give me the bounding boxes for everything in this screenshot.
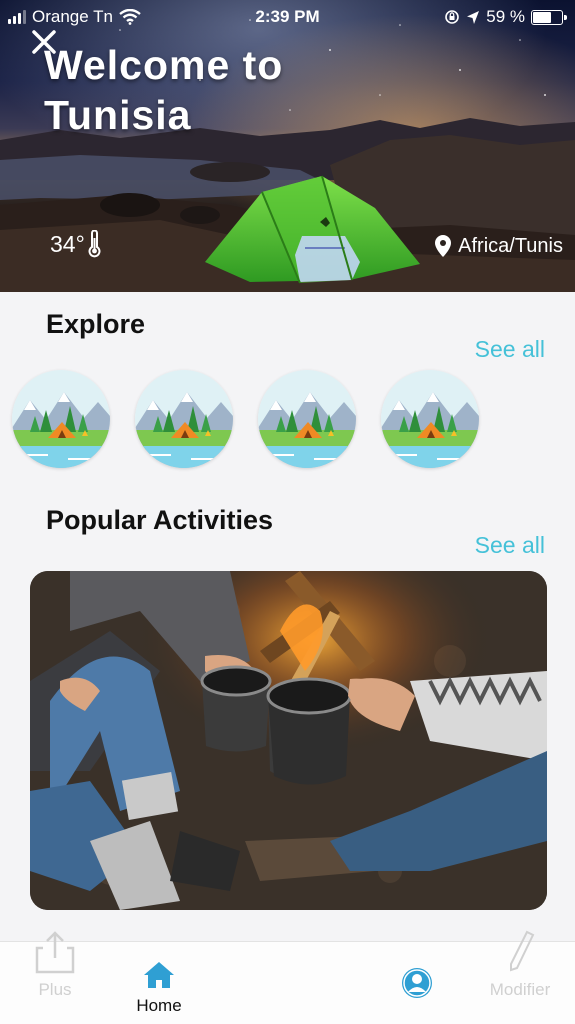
explore-carousel bbox=[12, 370, 479, 468]
rotation-lock-icon bbox=[445, 10, 460, 24]
battery-percentage: 59 % bbox=[486, 7, 525, 26]
tab-home-label: Home bbox=[136, 996, 182, 1015]
hero-banner: Orange Tn 2:39 PM 59 % Welcome to Tunisi… bbox=[0, 0, 575, 292]
explore-item[interactable] bbox=[135, 370, 233, 468]
campfire-coffee-photo bbox=[30, 571, 547, 910]
explore-item[interactable] bbox=[381, 370, 479, 468]
explore-section-title: Explore bbox=[46, 309, 146, 339]
tab-plus-label: Plus bbox=[38, 980, 72, 999]
camping-scene-icon bbox=[12, 370, 110, 468]
user-avatar-icon bbox=[402, 968, 432, 998]
explore-item[interactable] bbox=[258, 370, 356, 468]
explore-see-all-link[interactable]: See all bbox=[475, 336, 545, 363]
tab-profile[interactable] bbox=[388, 942, 446, 1024]
tab-modifier[interactable]: Modifier bbox=[478, 930, 562, 1024]
popular-see-all-link[interactable]: See all bbox=[475, 532, 545, 559]
popular-activities-title: Popular Activities bbox=[46, 505, 274, 535]
tab-plus[interactable]: Plus bbox=[26, 931, 84, 1024]
location-name: Africa/Tunis bbox=[458, 234, 563, 257]
tab-modifier-label: Modifier bbox=[489, 980, 551, 999]
location-display: Africa/Tunis bbox=[434, 234, 563, 258]
bottom-tab-bar: Plus Home Modifier bbox=[0, 930, 575, 1024]
temperature-display: 34° bbox=[50, 230, 101, 258]
home-icon bbox=[144, 962, 174, 988]
status-bar: Orange Tn 2:39 PM 59 % bbox=[0, 0, 575, 34]
camping-scene-icon bbox=[381, 370, 479, 468]
location-arrow-icon bbox=[467, 10, 480, 24]
activity-card[interactable] bbox=[30, 571, 547, 910]
map-pin-icon bbox=[435, 235, 452, 257]
share-icon bbox=[35, 931, 75, 974]
temperature-value: 34° bbox=[50, 230, 85, 257]
explore-item[interactable] bbox=[12, 370, 110, 468]
battery-icon bbox=[531, 9, 567, 25]
camping-scene-icon bbox=[135, 370, 233, 468]
thermometer-icon bbox=[88, 230, 101, 258]
camping-scene-icon bbox=[258, 370, 356, 468]
hero-title: Welcome to Tunisia bbox=[44, 42, 284, 138]
pencil-icon bbox=[510, 930, 535, 972]
tab-home[interactable]: Home bbox=[130, 942, 188, 1024]
